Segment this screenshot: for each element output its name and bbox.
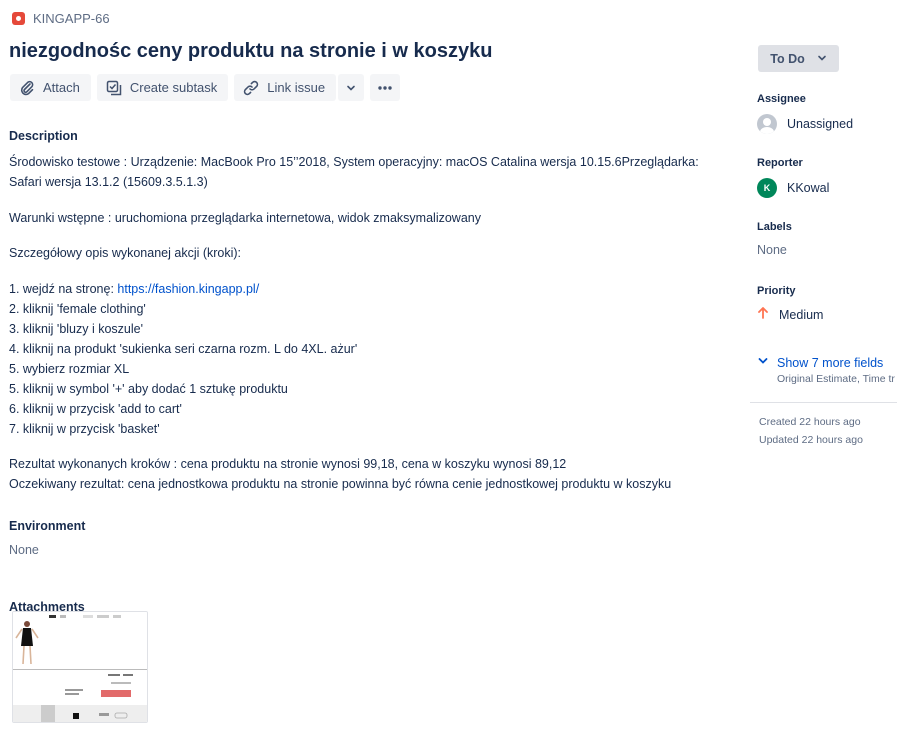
updated-timestamp: Updated 22 hours ago xyxy=(759,434,863,446)
reporter-label: Reporter xyxy=(757,157,803,169)
chevron-down-icon xyxy=(817,52,827,66)
step-5a: 5. wybierz rozmiar XL xyxy=(9,362,130,376)
link-issue-button[interactable]: Link issue xyxy=(234,74,337,101)
description-heading: Description xyxy=(9,129,78,143)
attachment-thumbnail[interactable] xyxy=(12,611,148,723)
attach-button[interactable]: Attach xyxy=(10,74,91,101)
link-issue-dropdown[interactable] xyxy=(338,74,365,101)
chevron-down-icon xyxy=(757,355,769,370)
environment-value[interactable]: None xyxy=(9,540,709,560)
create-subtask-button[interactable]: Create subtask xyxy=(96,74,229,101)
link-issue-group: Link issue xyxy=(234,74,365,101)
step-1-link[interactable]: https://fashion.kingapp.pl/ xyxy=(117,282,259,296)
sidebar-divider xyxy=(750,402,897,403)
chevron-down-icon xyxy=(346,83,356,93)
description-body[interactable]: Środowisko testowe : Urządzenie: MacBook… xyxy=(9,152,709,494)
more-fields-summary: Original Estimate, Time tr xyxy=(777,373,895,385)
issue-key[interactable]: KINGAPP-66 xyxy=(33,11,110,26)
show-more-fields-label: Show 7 more fields xyxy=(777,355,884,370)
labels-label: Labels xyxy=(757,221,792,233)
step-4: 4. kliknij na produkt 'sukienka seri cza… xyxy=(9,342,358,356)
step-1-text: 1. wejdź na stronę: xyxy=(9,282,118,296)
assignee-field[interactable]: Unassigned xyxy=(757,114,853,134)
environment-heading: Environment xyxy=(9,519,86,533)
reporter-value: KKowal xyxy=(787,181,830,195)
subtask-icon xyxy=(106,80,122,96)
bug-icon xyxy=(12,12,25,25)
step-3: 3. kliknij 'bluzy i koszule' xyxy=(9,322,143,336)
paperclip-icon xyxy=(19,80,35,96)
status-label: To Do xyxy=(770,51,805,66)
priority-value: Medium xyxy=(779,307,824,322)
attach-label: Attach xyxy=(43,80,80,95)
step-6: 6. kliknij w przycisk 'add to cart' xyxy=(9,402,182,416)
preconditions: Warunki wstępne : uruchomiona przeglądar… xyxy=(9,211,481,225)
priority-field[interactable]: Medium xyxy=(757,306,823,323)
assignee-label: Assignee xyxy=(757,93,806,105)
attachment-preview-image xyxy=(13,612,147,722)
step-2: 2. kliknij 'female clothing' xyxy=(9,302,146,316)
assignee-value: Unassigned xyxy=(787,117,854,131)
labels-value[interactable]: None xyxy=(757,243,787,257)
step-5b: 5. kliknij w symbol '+' aby dodać 1 sztu… xyxy=(9,382,288,396)
step-1: 1. wejdź na stronę: https://fashion.king… xyxy=(9,279,709,299)
issue-title[interactable]: niezgodnośc ceny produktu na stronie i w… xyxy=(9,40,492,63)
link-issue-label: Link issue xyxy=(267,80,326,95)
create-subtask-label: Create subtask xyxy=(129,80,218,95)
created-timestamp: Created 22 hours ago xyxy=(759,416,861,428)
show-more-fields-button[interactable]: Show 7 more fields xyxy=(757,355,883,370)
link-icon xyxy=(243,80,259,96)
step-7: 7. kliknij w przycisk 'basket' xyxy=(9,422,160,436)
expected-result: Oczekiwany rezultat: cena jednostkowa pr… xyxy=(9,477,672,491)
priority-label: Priority xyxy=(757,285,796,297)
env-line-2: Safari wersja 13.1.2 (15609.3.5.1.3) xyxy=(9,175,208,189)
more-actions-button[interactable] xyxy=(370,74,401,101)
env-line-1: Środowisko testowe : Urządzenie: MacBook… xyxy=(9,155,699,169)
reporter-avatar: K xyxy=(757,178,777,198)
actual-result: Rezultat wykonanych kroków : cena produk… xyxy=(9,457,567,471)
issue-toolbar: Attach Create subtask Link issue xyxy=(10,74,401,101)
steps-intro: Szczegółowy opis wykonanej akcji (kroki)… xyxy=(9,246,242,260)
reporter-field[interactable]: K KKowal xyxy=(757,178,829,198)
more-horizontal-icon xyxy=(377,80,393,96)
issue-key-row: KINGAPP-66 xyxy=(12,11,110,26)
issue-main-content: Description Środowisko testowe : Urządze… xyxy=(9,126,709,617)
unassigned-avatar-icon xyxy=(757,114,777,134)
priority-medium-arrow-icon xyxy=(757,306,769,323)
status-dropdown[interactable]: To Do xyxy=(758,45,839,72)
